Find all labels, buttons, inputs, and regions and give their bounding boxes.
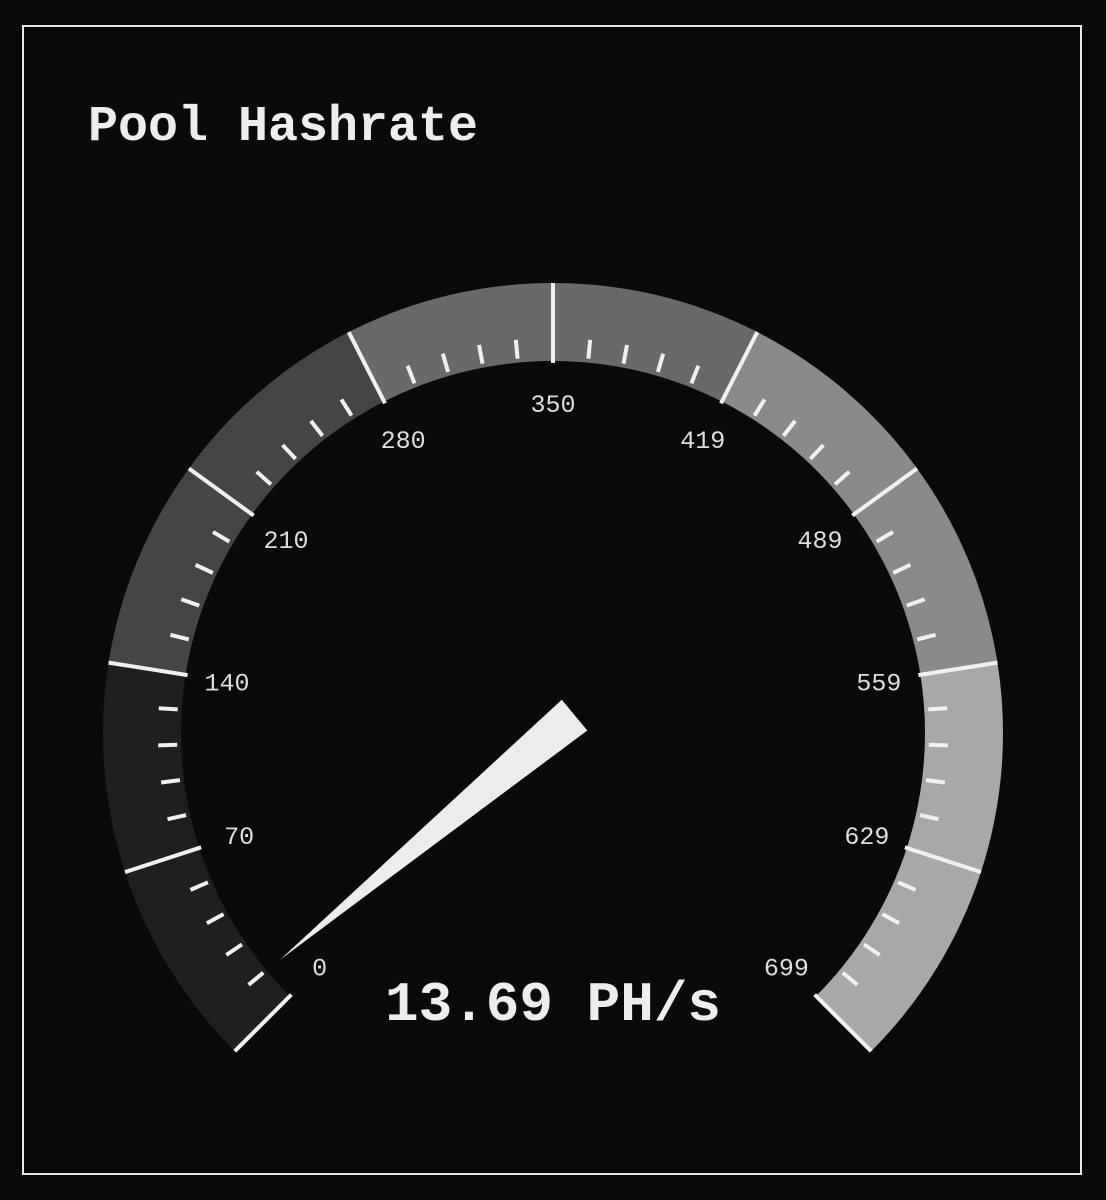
gauge-needle [279, 699, 588, 960]
gauge-tick-label: 0 [312, 954, 327, 983]
gauge-tick-label: 699 [764, 954, 809, 983]
gauge-tick-label: 350 [530, 391, 575, 420]
gauge-band-6 [721, 332, 918, 515]
gauge-tick-label: 70 [224, 823, 254, 852]
gauge-tick-label: 140 [205, 669, 250, 698]
gauge-tick-label: 559 [856, 669, 901, 698]
gauge-minor-tick [925, 778, 946, 785]
gauge-band-4 [348, 283, 553, 402]
gauge-minor-tick [158, 706, 178, 712]
gauge-tick-labels: 0 70 140 210 280 350 419 489 559 629 699 [205, 391, 902, 983]
gauge-tick-label: 419 [680, 427, 725, 456]
gauge-band-3 [188, 332, 385, 515]
hashrate-gauge: 0 70 140 210 280 350 419 489 559 629 699 13.69 PH/… [102, 283, 1004, 1053]
gauge-minor-tick [160, 778, 181, 785]
gauge-minor-tick [928, 706, 948, 712]
gauge-minor-tick [158, 742, 178, 748]
gauge-band-1 [102, 662, 200, 873]
gauge-tick-label: 280 [381, 427, 426, 456]
gauge-readout: 13.69 PH/s [385, 973, 721, 1037]
gauge-band-8 [906, 662, 1004, 873]
gauge-minor-tick [586, 339, 593, 359]
gauge-tick-label: 629 [844, 823, 889, 852]
gauge-band-5 [553, 283, 758, 402]
gauge-minor-tick [513, 339, 520, 359]
gauge-tick-label: 489 [797, 527, 842, 556]
gauge-minor-tick [928, 742, 948, 748]
gauge-tick-label: 210 [264, 527, 309, 556]
